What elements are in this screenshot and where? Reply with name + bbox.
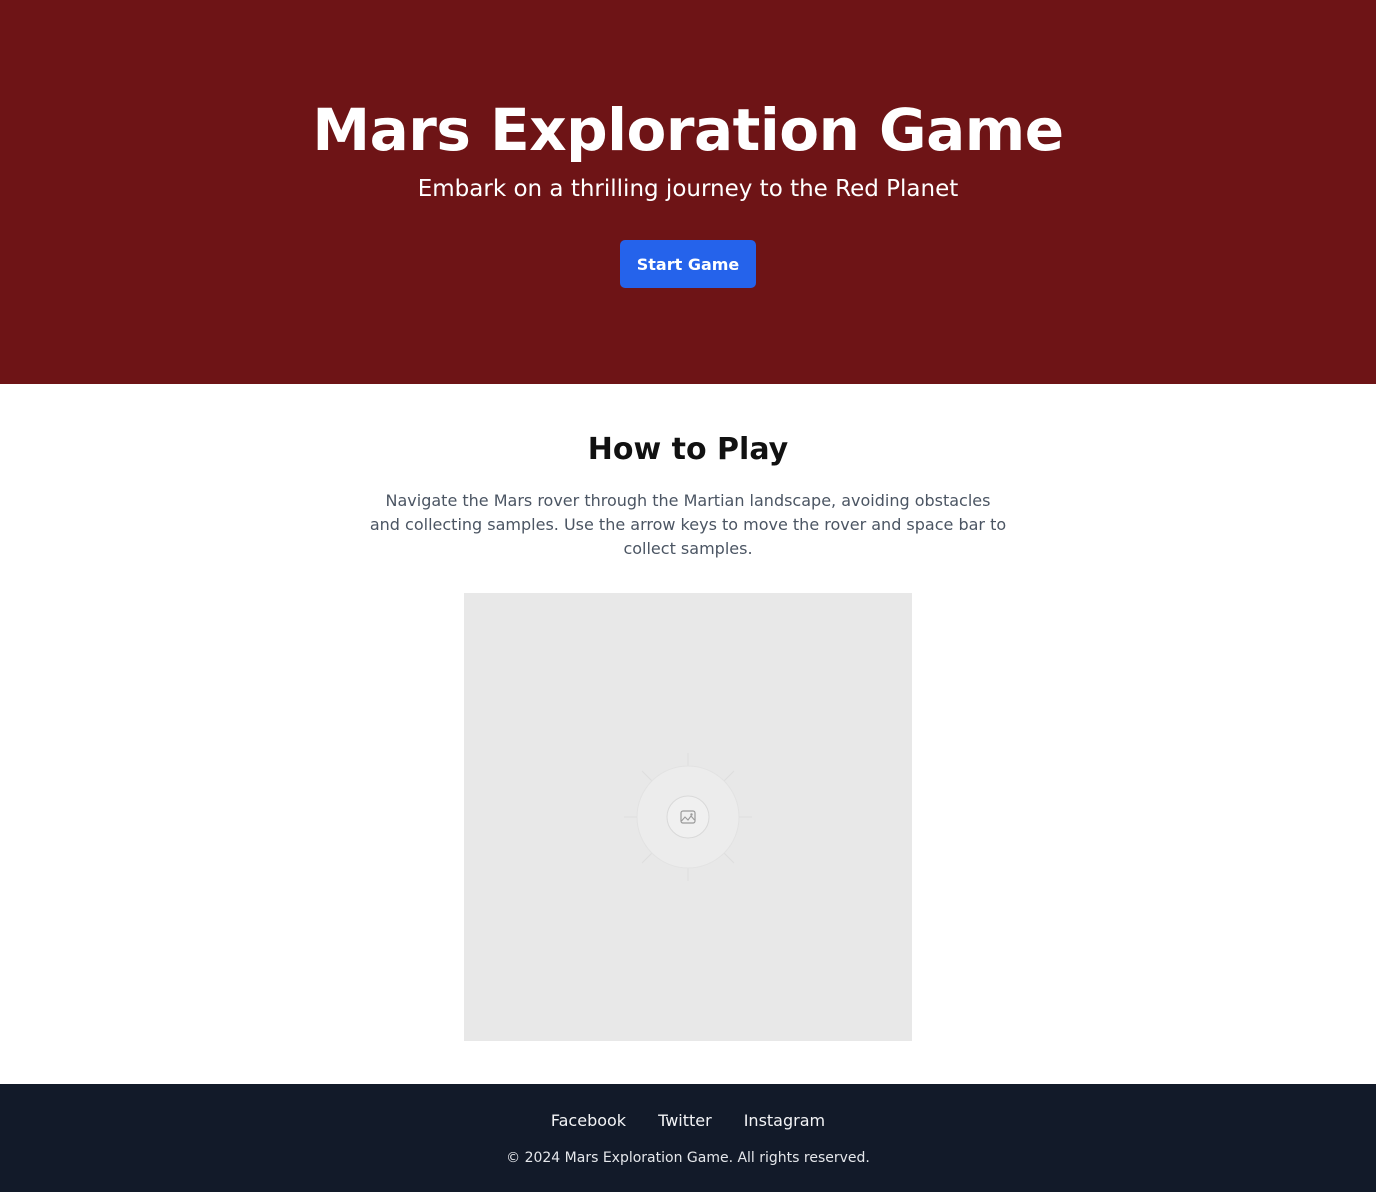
page-title: Mars Exploration Game [312,96,1064,164]
image-placeholder-icon [624,753,752,881]
start-game-button[interactable]: Start Game [620,240,756,288]
copyright-text: © 2024 Mars Exploration Game. All rights… [506,1150,870,1166]
hero-subtitle: Embark on a thrilling journey to the Red… [417,176,959,202]
twitter-link[interactable]: Twitter [658,1110,712,1132]
hero-section: Mars Exploration Game Embark on a thrill… [0,0,1376,384]
facebook-link[interactable]: Facebook [551,1110,626,1132]
game-image-placeholder [464,593,912,1041]
instructions-text: Navigate the Mars rover through the Mart… [369,491,1007,558]
instagram-link[interactable]: Instagram [744,1110,825,1132]
how-to-play-section: How to Play Navigate the Mars rover thro… [0,384,1376,1084]
social-links: Facebook Twitter Instagram [551,1110,825,1132]
footer: Facebook Twitter Instagram © 2024 Mars E… [0,1084,1376,1192]
section-title: How to Play [587,432,789,467]
